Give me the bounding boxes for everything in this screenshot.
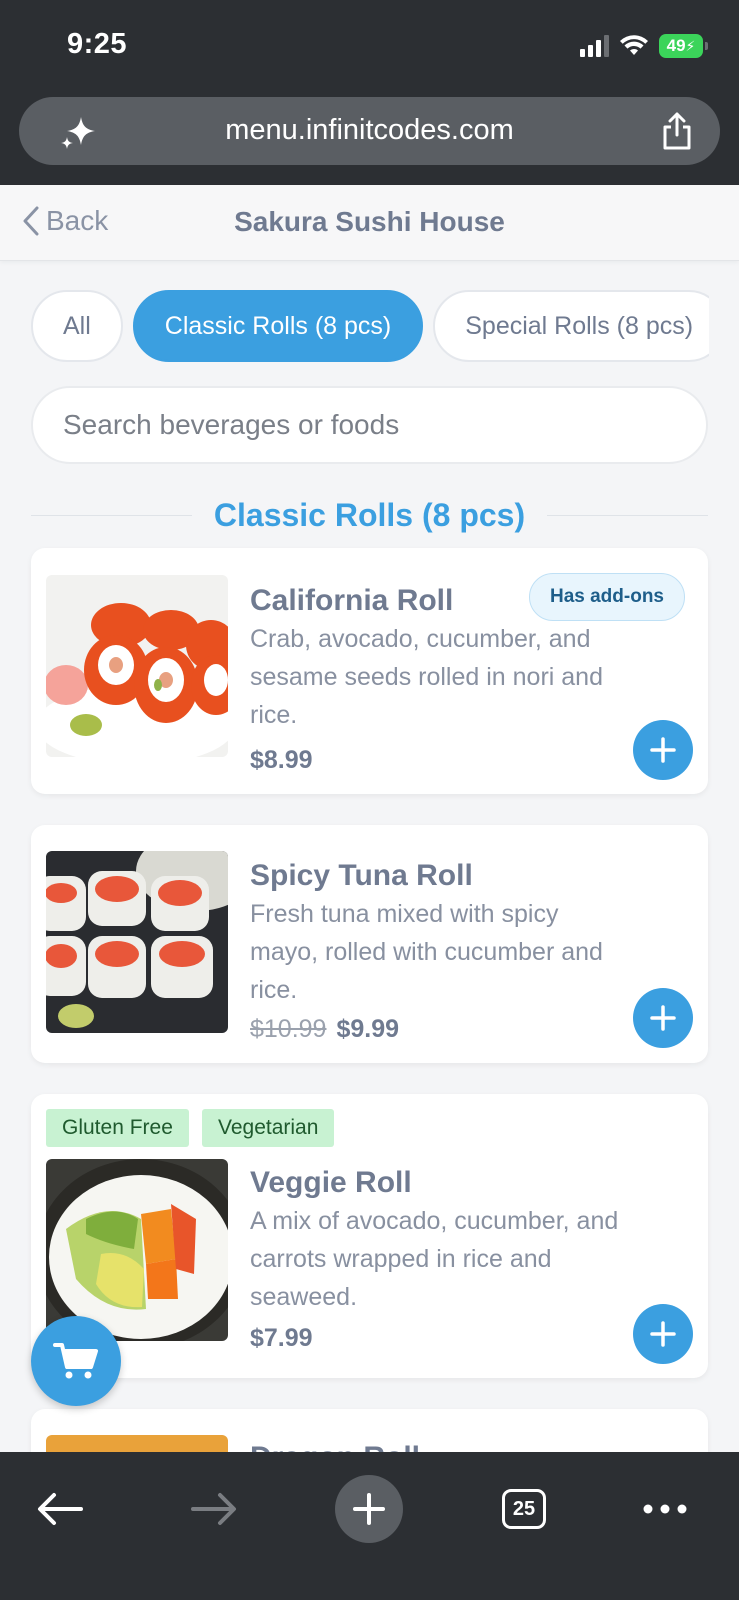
status-icons: 49 ⚡ <box>580 34 708 58</box>
menu-item-card[interactable]: Spicy Tuna Roll Fresh tuna mixed with sp… <box>31 825 708 1063</box>
url-text: menu.infinitcodes.com <box>225 114 514 146</box>
veggie-roll-photo <box>46 1159 228 1341</box>
plus-icon <box>650 1005 676 1031</box>
status-time: 9:25 <box>67 28 128 60</box>
page-header: Back Sakura Sushi House <box>0 185 739 261</box>
item-price: $8.99 <box>250 746 313 775</box>
tab-special-rolls[interactable]: Special Rolls (8 pcs) <box>433 290 709 362</box>
plus-icon <box>353 1493 385 1525</box>
new-tab-button[interactable] <box>329 1475 409 1543</box>
spicy-tuna-roll-photo <box>46 851 228 1033</box>
new-tab-circle <box>335 1475 403 1543</box>
battery-level: 49 <box>666 36 686 55</box>
browser-back-button[interactable] <box>20 1476 100 1542</box>
menu-item-card[interactable]: Gluten Free Vegetarian Veggie Roll A mix… <box>31 1094 708 1378</box>
browser-top-bar: 9:25 49 ⚡ menu.infinitcodes.com <box>0 0 739 185</box>
arrow-left-icon <box>38 1493 83 1525</box>
item-name: Spicy Tuna Roll <box>250 859 473 892</box>
section-title: Classic Rolls (8 pcs) <box>213 496 526 533</box>
california-roll-photo <box>46 575 228 757</box>
item-description: A mix of avocado, cucumber, and carrots … <box>250 1207 619 1311</box>
has-add-ons-badge: Has add-ons <box>528 573 685 621</box>
more-options-button[interactable] <box>625 1476 705 1542</box>
item-price: $10.99 $9.99 <box>250 1015 399 1044</box>
sale-price: $9.99 <box>336 1015 400 1043</box>
price-value: $7.99 <box>250 1324 313 1352</box>
add-to-cart-button[interactable] <box>633 988 693 1048</box>
price-value: $8.99 <box>250 746 313 774</box>
plus-icon <box>650 737 676 763</box>
search-input[interactable] <box>31 386 708 464</box>
tabs-button[interactable]: 25 <box>484 1476 564 1542</box>
divider <box>31 514 192 516</box>
add-to-cart-button[interactable] <box>633 720 693 780</box>
share-icon[interactable] <box>660 111 694 156</box>
restaurant-title: Sakura Sushi House <box>234 206 505 237</box>
more-dots-icon <box>643 1504 687 1514</box>
item-description: Crab, avocado, cucumber, and sesame seed… <box>250 625 603 729</box>
original-price: $10.99 <box>250 1015 327 1043</box>
item-name: California Roll <box>250 584 454 617</box>
item-name: Veggie Roll <box>250 1166 412 1199</box>
tab-all[interactable]: All <box>31 290 123 362</box>
plus-icon <box>650 1321 676 1347</box>
wifi-icon <box>619 35 649 57</box>
item-description: Fresh tuna mixed with spicy mayo, rolled… <box>250 900 603 1004</box>
divider <box>547 514 709 516</box>
category-tabs: All Classic Rolls (8 pcs) Special Rolls … <box>31 290 709 362</box>
shopping-cart-icon <box>53 1343 98 1379</box>
browser-forward-button[interactable] <box>174 1476 254 1542</box>
cellular-signal-icon <box>580 35 609 57</box>
arrow-right-icon <box>191 1493 236 1525</box>
gluten-free-tag: Gluten Free <box>46 1109 189 1147</box>
cart-button[interactable] <box>31 1316 121 1406</box>
section-heading: Classic Rolls (8 pcs) <box>31 490 709 540</box>
menu-item-card[interactable]: California Roll Has add-ons Crab, avocad… <box>31 548 708 794</box>
add-to-cart-button[interactable] <box>633 1304 693 1364</box>
tab-classic-rolls[interactable]: Classic Rolls (8 pcs) <box>132 290 424 362</box>
browser-bottom-bar: 25 <box>0 1452 739 1600</box>
battery-icon: 49 ⚡ <box>659 34 708 58</box>
tab-count: 25 <box>502 1489 546 1529</box>
address-bar[interactable]: menu.infinitcodes.com <box>19 97 720 165</box>
item-price: $7.99 <box>250 1324 313 1353</box>
vegetarian-tag: Vegetarian <box>202 1109 335 1147</box>
